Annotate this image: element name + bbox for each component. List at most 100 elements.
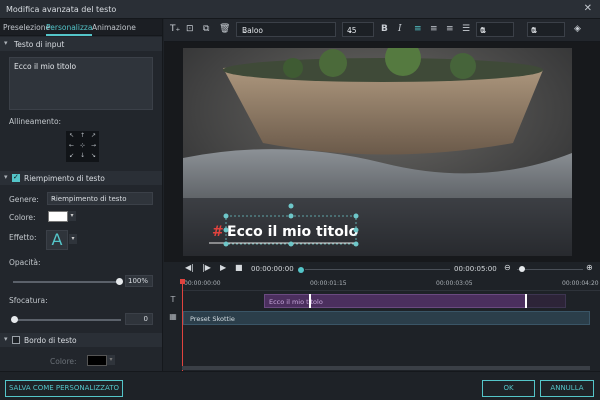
stop-icon[interactable]: ■ [235, 263, 243, 272]
opacity-slider-track[interactable] [13, 281, 121, 283]
settings-icon[interactable]: ◈ [574, 24, 581, 34]
stepper-icon[interactable]: ⇅ [480, 26, 510, 35]
align-top-left-icon[interactable]: ↖ [66, 132, 77, 139]
timeline-scrollbar[interactable] [182, 366, 590, 370]
preview-image: Ecco il mio titolo # [183, 48, 572, 256]
zoom-in-icon[interactable]: ⊕ [586, 263, 593, 272]
progress-track[interactable] [305, 269, 450, 270]
editor-window: Modifica avanzata del testo ✕ Preselezio… [0, 0, 600, 400]
window-title: Modifica avanzata del testo [6, 5, 117, 14]
opacity-slider-handle[interactable] [116, 278, 123, 285]
align-left-button[interactable]: ≡ [414, 24, 422, 34]
chevron-down-icon: ⌄ [347, 26, 354, 35]
current-time: 00:00:00:00 [251, 265, 294, 273]
italic-button[interactable]: I [398, 24, 402, 34]
chevron-down-icon[interactable]: ▾ [68, 211, 76, 221]
zoom-out-icon[interactable]: ⊖ [504, 263, 511, 272]
section-text-input[interactable]: ▾ Testo di input [0, 37, 162, 51]
effect-label: Effetto: [9, 233, 37, 242]
fill-type-select[interactable]: Riempimento di testo ⌄ [47, 192, 153, 205]
chevron-down-icon: ▾ [4, 173, 8, 181]
section-label: Bordo di testo [24, 336, 77, 345]
tab-preselezione[interactable]: Preselezione [3, 23, 50, 32]
section-border[interactable]: ▾ Bordo di testo [0, 333, 162, 347]
alignment-grid[interactable]: ↖ ↑ ↗ ← ⊹ → ↙ ↓ ↘ [66, 131, 99, 162]
zoom-slider-handle[interactable] [519, 266, 525, 272]
ruler-tick: 00:00:01:15 [310, 280, 347, 287]
tab-animazione[interactable]: Animazione [92, 23, 136, 32]
fill-color-swatch[interactable] [48, 211, 68, 222]
timeline-ruler[interactable]: 00:00:00:00 00:00:01:15 00:00:03:05 00:0… [182, 279, 600, 291]
cancel-button[interactable]: ANNULLA [540, 380, 594, 397]
title-bar: Modifica avanzata del testo ✕ [0, 0, 600, 19]
layout-icon[interactable]: ⧉ [203, 24, 209, 34]
section-label: Riempimento di testo [24, 174, 105, 183]
chevron-down-icon[interactable]: ▾ [69, 234, 77, 244]
effect-preview[interactable]: A [46, 230, 68, 250]
alignment-label: Allineamento: [9, 117, 62, 126]
align-center-icon[interactable]: ⊹ [77, 142, 88, 149]
ok-button[interactable]: OK [482, 380, 535, 397]
preset-clip[interactable]: Preset Skottie [183, 311, 590, 325]
align-right-icon[interactable]: → [88, 142, 99, 149]
ruler-tick: 00:00:00:00 [184, 280, 221, 287]
letter-spacing-field[interactable]: 0 ⇅ [476, 22, 514, 37]
section-fill[interactable]: ▾ Riempimento di testo [0, 171, 162, 185]
playhead[interactable] [182, 279, 183, 371]
chevron-down-icon: ▾ [4, 39, 8, 47]
border-checkbox[interactable] [12, 336, 20, 344]
opacity-label: Opacità: [9, 258, 41, 267]
chevron-down-icon: ⌄ [242, 26, 249, 35]
text-track-icon: T [164, 295, 182, 310]
chevron-down-icon: ⌄ [51, 194, 57, 202]
font-size-select[interactable]: 45 ⌄ [342, 22, 374, 37]
bold-button[interactable]: B [381, 24, 388, 34]
line-height-field[interactable]: 0 ⇅ [527, 22, 565, 37]
align-bottom-left-icon[interactable]: ↙ [66, 152, 77, 159]
play-icon[interactable]: ▶ [220, 263, 226, 272]
progress-handle[interactable] [298, 267, 304, 273]
fill-color-label: Colore: [9, 213, 36, 222]
preview-title-text[interactable]: Ecco il mio titolo [227, 224, 359, 240]
align-top-right-icon[interactable]: ↗ [88, 132, 99, 139]
clip-trim-handle-right[interactable] [525, 294, 527, 308]
text-input-area[interactable]: Ecco il mio titolo [9, 57, 153, 110]
ruler-tick: 00:00:03:05 [436, 280, 473, 287]
close-icon[interactable]: ✕ [584, 3, 592, 14]
align-center-button[interactable]: ≡ [430, 24, 438, 34]
tab-personalizza[interactable]: Personalizza [46, 23, 93, 36]
blur-slider-track[interactable] [13, 319, 121, 321]
chevron-down-icon[interactable]: ▾ [107, 355, 115, 365]
playhead-handle[interactable] [180, 279, 185, 284]
blur-slider-handle[interactable] [11, 316, 18, 323]
video-frame: Ecco il mio titolo # [183, 48, 572, 256]
stepper-icon[interactable]: ⇅ [531, 26, 561, 35]
ruler-tick: 00:00:04:20 [562, 280, 599, 287]
justify-button[interactable]: ☰ [462, 24, 470, 34]
blur-label: Sfocatura: [9, 296, 48, 305]
properties-panel: Preselezione Personalizza Animazione ▾ T… [0, 19, 163, 371]
border-color-label: Colore: [50, 357, 77, 366]
align-bottom-icon[interactable]: ↓ [77, 152, 88, 159]
step-forward-icon[interactable]: |▶ [202, 263, 211, 272]
align-right-button[interactable]: ≡ [446, 24, 454, 34]
align-top-icon[interactable]: ↑ [77, 132, 88, 139]
step-back-icon[interactable]: ◀| [185, 263, 194, 272]
add-text-icon[interactable]: T₊ [170, 24, 180, 34]
save-custom-button[interactable]: SALVA COME PERSONALIZZATO [5, 380, 123, 397]
fill-checkbox[interactable] [12, 173, 20, 182]
effect-glyph: A [51, 230, 63, 249]
align-bottom-right-icon[interactable]: ↘ [88, 152, 99, 159]
text-input-value: Ecco il mio titolo [14, 62, 77, 71]
align-left-icon[interactable]: ← [66, 142, 77, 149]
opacity-value-field[interactable]: 100% [125, 275, 153, 287]
title-clip[interactable]: Ecco il mio titolo [264, 294, 526, 308]
add-box-icon[interactable]: ⊡ [186, 24, 194, 34]
trash-icon[interactable]: 🗑 [219, 24, 230, 34]
blur-value-field[interactable]: 0 [125, 313, 153, 325]
border-color-swatch[interactable] [87, 355, 107, 366]
font-select[interactable]: Baloo ⌄ [236, 22, 336, 37]
total-time: 00:00:05:00 [454, 265, 497, 273]
zoom-slider-track[interactable] [517, 269, 583, 270]
clip-trim-handle-left[interactable] [309, 294, 311, 308]
